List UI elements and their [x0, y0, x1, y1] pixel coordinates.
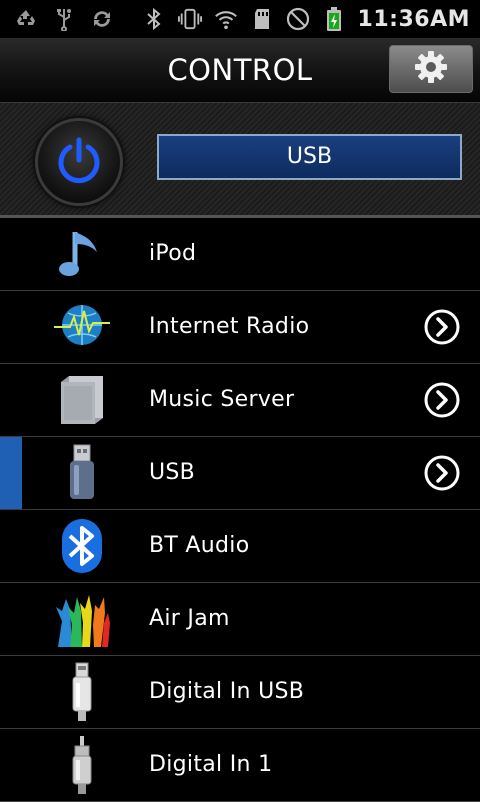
sync-icon [90, 7, 114, 31]
usb-icon [52, 7, 76, 31]
list-item-usb[interactable]: USB [0, 437, 480, 510]
list-item-air-jam[interactable]: Air Jam [0, 583, 480, 656]
chevron-right-icon[interactable] [424, 455, 460, 491]
current-source-display[interactable]: USB [157, 134, 462, 180]
vibrate-icon [177, 7, 202, 31]
list-item-label: Digital In USB [149, 679, 305, 704]
list-item-music-server[interactable]: Music Server [0, 364, 480, 437]
list-item-label: Music Server [149, 387, 295, 412]
globe-waveform-icon [50, 295, 114, 359]
clock: 11:36AM [357, 6, 470, 32]
chevron-right-icon[interactable] [424, 309, 460, 345]
selected-indicator [0, 437, 22, 509]
battery-charging-icon [322, 7, 346, 31]
server-icon [50, 368, 114, 432]
list-item-ipod[interactable]: iPod [0, 218, 480, 291]
list-item-digital-in-1[interactable]: Digital In 1 [0, 729, 480, 802]
gear-icon [413, 49, 449, 89]
recycle-icon [14, 7, 38, 31]
list-item-label: Air Jam [149, 606, 230, 631]
power-icon [52, 133, 106, 191]
bluetooth-logo-icon [50, 514, 114, 578]
settings-button[interactable] [389, 45, 473, 93]
dancers-icon [50, 587, 114, 651]
list-item-bt-audio[interactable]: BT Audio [0, 510, 480, 583]
usb-plug-icon [50, 660, 114, 724]
status-bar: 11:36AM [0, 0, 480, 38]
usb-stick-icon [50, 441, 114, 505]
list-item-label: Digital In 1 [149, 752, 273, 777]
wifi-icon [214, 7, 238, 31]
bluetooth-icon [142, 7, 166, 31]
list-item-label: BT Audio [149, 533, 250, 558]
list-item-internet-radio[interactable]: Internet Radio [0, 291, 480, 364]
list-item-digital-in-usb[interactable]: Digital In USB [0, 656, 480, 729]
chevron-right-icon[interactable] [424, 382, 460, 418]
title-bar: CONTROL [0, 38, 480, 103]
list-item-label: USB [149, 460, 196, 485]
no-sound-icon [286, 7, 310, 31]
music-note-icon [50, 222, 114, 286]
source-list: iPod Internet Radio Music Server USB BT … [0, 218, 480, 802]
list-item-label: Internet Radio [149, 314, 310, 339]
power-button[interactable] [35, 118, 123, 206]
list-item-label: iPod [149, 241, 197, 266]
sd-card-icon [250, 7, 274, 31]
control-panel: USB [0, 103, 480, 218]
rca-plug-icon [50, 733, 114, 797]
